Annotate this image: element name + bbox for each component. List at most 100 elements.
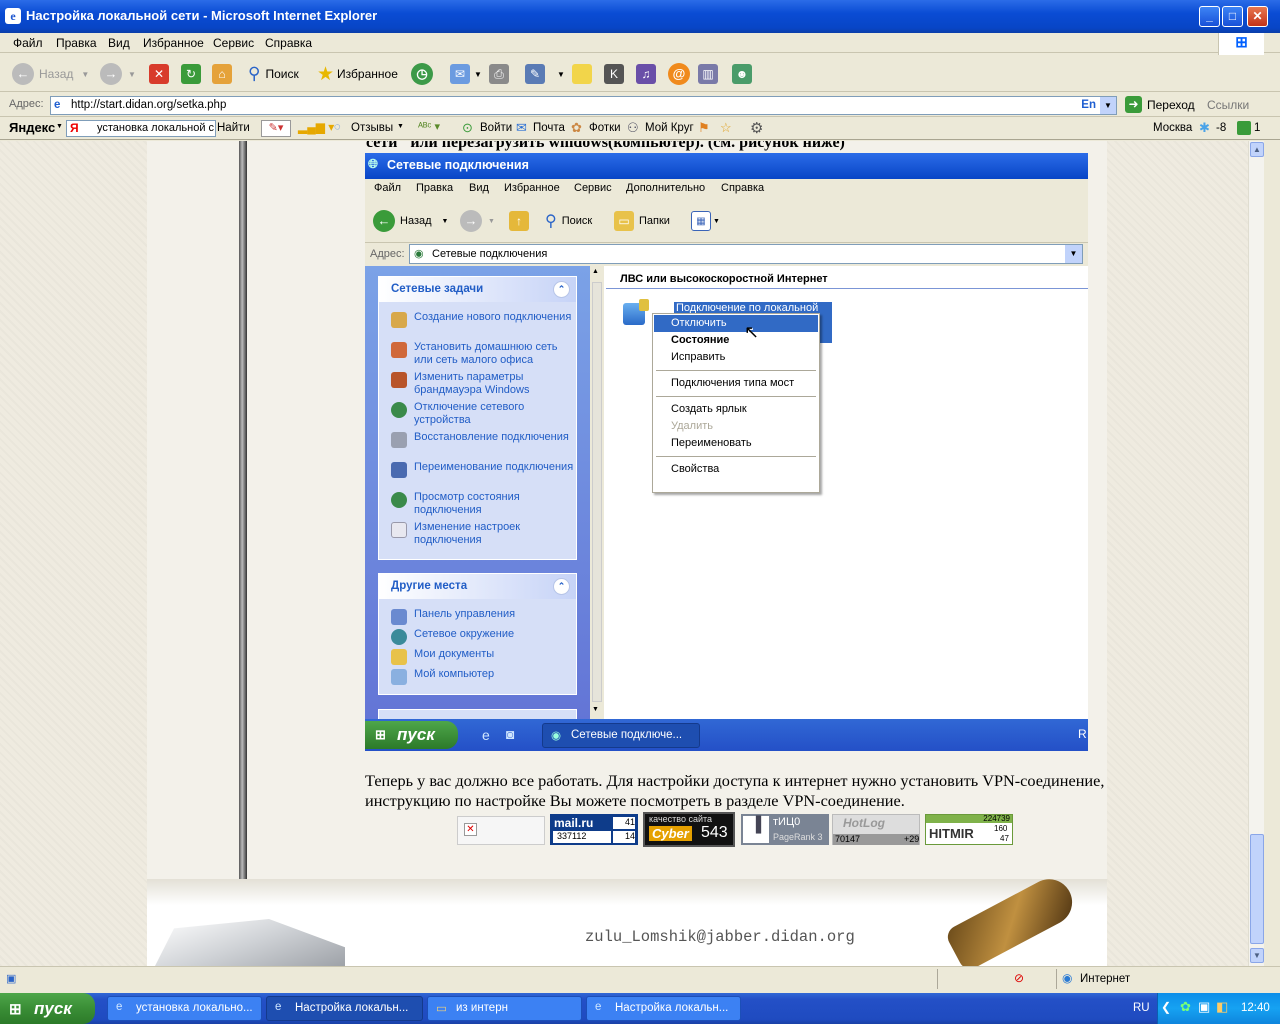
search-button[interactable]: ⚲ Поиск	[248, 62, 299, 86]
menu-item-rename[interactable]: Переименовать	[654, 435, 818, 452]
bookmark-icon[interactable]: ⚑	[698, 120, 710, 136]
tool-people-button[interactable]: ☻	[732, 62, 752, 86]
history-button[interactable]: ◷	[411, 62, 433, 86]
lan-connection-icon[interactable]	[621, 299, 655, 339]
taskbar-item-1[interactable]: e Настройка локальн...	[266, 996, 423, 1021]
menu-favorites[interactable]: Избранное	[143, 36, 204, 50]
yandex-search-input[interactable]: Я установка локальной с	[66, 120, 216, 137]
spellcheck-icon[interactable]: ᴬᴮᶜ ▾	[418, 120, 440, 133]
menu-item-properties[interactable]: Свойства	[654, 461, 818, 478]
menu-file[interactable]: Файл	[13, 36, 43, 50]
signal-icon[interactable]: ▂▄▆ ▾	[298, 120, 334, 134]
shot-start-button[interactable]: ⊞ пуск	[365, 721, 458, 749]
menu-edit[interactable]: Правка	[56, 36, 97, 50]
other-places-header[interactable]: Другие места ⌃	[379, 574, 576, 599]
back-button[interactable]: ← Назад ▼	[12, 62, 89, 86]
taskbar-item-3[interactable]: e Настройка локальн...	[586, 996, 741, 1021]
collapse-icon[interactable]: ⌃	[553, 281, 570, 298]
mailru-counter[interactable]: mail.ru 337112 41 14	[550, 814, 638, 845]
reviews-dropdown-icon[interactable]: ▼	[397, 123, 404, 130]
note-button[interactable]	[572, 62, 592, 86]
language-indicator[interactable]: RU	[1133, 1002, 1150, 1014]
popup-blocked-icon[interactable]: ⊘	[1014, 971, 1024, 985]
shot-menu-view[interactable]: Вид	[469, 182, 489, 194]
edit-button[interactable]: ✎ ▼	[525, 62, 565, 86]
task-change-settings[interactable]: Изменение настроек подключения	[379, 521, 576, 551]
settings-gear-icon[interactable]: ⚙	[750, 119, 763, 137]
favorite-add-icon[interactable]: ☆	[720, 120, 732, 136]
hotlog-counter[interactable]: HotLog 70147 +29	[832, 814, 920, 845]
network-tasks-header[interactable]: Сетевые задачи ⌃	[379, 277, 576, 302]
reviews-button[interactable]: Отзывы	[351, 122, 393, 134]
shot-folders-button[interactable]: ▭ Папки	[614, 209, 670, 233]
task-firewall[interactable]: Изменить параметры брандмауэра Windows	[379, 371, 576, 401]
menu-item-status[interactable]: Состояние	[654, 332, 818, 349]
weather-city[interactable]: Москва	[1153, 122, 1192, 134]
mail-button[interactable]: ✉ ▼	[450, 62, 482, 86]
shot-menu-file[interactable]: Файл	[374, 182, 401, 194]
yandex-logo[interactable]: Яндекс	[9, 120, 55, 135]
scroll-thumb[interactable]	[592, 282, 602, 702]
shot-menu-favorites[interactable]: Избранное	[504, 182, 560, 194]
maximize-button[interactable]: □	[1222, 6, 1243, 27]
favorites-button[interactable]: ★ Избранное	[317, 62, 398, 86]
login-button[interactable]: Войти	[480, 122, 512, 134]
shot-menu-advanced[interactable]: Дополнительно	[626, 182, 705, 194]
yandex-menu-arrow-icon[interactable]: ▼	[56, 123, 63, 130]
tray-arrow-icon[interactable]: ❮	[1161, 1000, 1171, 1014]
go-button[interactable]: ➜ Переход	[1125, 96, 1195, 113]
shot-task-network[interactable]: ◉ Сетевые подключе...	[542, 723, 700, 748]
tool-k-button[interactable]: K	[604, 62, 624, 86]
task-home-network[interactable]: Установить домашнюю сеть или сеть малого…	[379, 341, 576, 371]
menu-tools[interactable]: Сервис	[213, 36, 254, 50]
tray-app-icon[interactable]: ◧	[1216, 999, 1228, 1015]
my-circle-button[interactable]: Мой Круг	[645, 122, 694, 134]
shot-up-button[interactable]: ↑	[509, 209, 529, 233]
links-button[interactable]: Ссылки	[1207, 98, 1249, 112]
menu-view[interactable]: Вид	[108, 36, 130, 50]
scroll-up-icon[interactable]: ▲	[1250, 142, 1264, 157]
place-control-panel[interactable]: Панель управления	[379, 608, 576, 628]
page-scrollbar[interactable]: ▲ ▼	[1248, 141, 1264, 966]
place-network[interactable]: Сетевое окружение	[379, 628, 576, 648]
mail-button[interactable]: Почта	[533, 122, 565, 134]
menu-item-bridge[interactable]: Подключения типа мост	[654, 375, 818, 392]
menu-item-disable[interactable]: Отключить	[654, 315, 818, 332]
shot-forward-button[interactable]: → ▼	[460, 209, 495, 233]
tray-icq-icon[interactable]: ✿	[1180, 999, 1191, 1015]
scroll-up-icon[interactable]: ▲	[592, 268, 602, 278]
address-input[interactable]: e http://start.didan.org/setka.php En ▼	[50, 96, 1117, 115]
shot-address-input[interactable]: ◉ Сетевые подключения ▼	[409, 244, 1083, 264]
place-my-computer[interactable]: Мой компьютер	[379, 668, 576, 688]
menu-item-repair[interactable]: Исправить	[654, 349, 818, 366]
minimize-button[interactable]: _	[1199, 6, 1220, 27]
highlight-icon[interactable]: ✎▾	[261, 120, 291, 137]
task-create-connection[interactable]: Создание нового подключения	[379, 311, 576, 341]
shot-back-button[interactable]: ← Назад ▼	[373, 209, 448, 233]
home-button[interactable]: ⌂	[212, 62, 232, 86]
forward-button[interactable]: → ▼	[100, 62, 136, 86]
language-indicator[interactable]: En	[1081, 99, 1096, 111]
scroll-down-icon[interactable]: ▼	[1250, 948, 1264, 963]
close-button[interactable]: ✕	[1247, 6, 1268, 27]
photos-button[interactable]: Фотки	[589, 122, 621, 134]
hitmir-counter[interactable]: 224739 HITMIR 160 47	[925, 814, 1013, 845]
taskbar-item-2[interactable]: ▭ из интерн	[427, 996, 582, 1021]
shot-views-button[interactable]: ▦ ▼	[691, 209, 720, 233]
scroll-thumb[interactable]	[1250, 834, 1264, 944]
shot-search-button[interactable]: ⚲ Поиск	[545, 209, 592, 233]
start-button[interactable]: ⊞ пуск	[0, 993, 95, 1024]
place-my-documents[interactable]: Мои документы	[379, 648, 576, 668]
tool-media-button[interactable]: ▥	[698, 62, 718, 86]
stop-button[interactable]: ✕	[149, 62, 169, 86]
address-dropdown-button[interactable]: ▼	[1100, 97, 1116, 114]
cyber-counter[interactable]: качество сайта Cyber 543	[643, 812, 735, 847]
tool-music-button[interactable]: ♫	[636, 62, 656, 86]
ie-quicklaunch-icon[interactable]: e	[482, 727, 490, 743]
shot-menu-tools[interactable]: Сервис	[574, 182, 612, 194]
task-repair[interactable]: Восстановление подключения	[379, 431, 576, 461]
tool-at-button[interactable]: @	[668, 62, 690, 86]
quicklaunch-icon[interactable]: ◙	[506, 726, 514, 742]
shot-menu-edit[interactable]: Правка	[416, 182, 453, 194]
yandex-find-button[interactable]: Найти	[217, 122, 250, 134]
